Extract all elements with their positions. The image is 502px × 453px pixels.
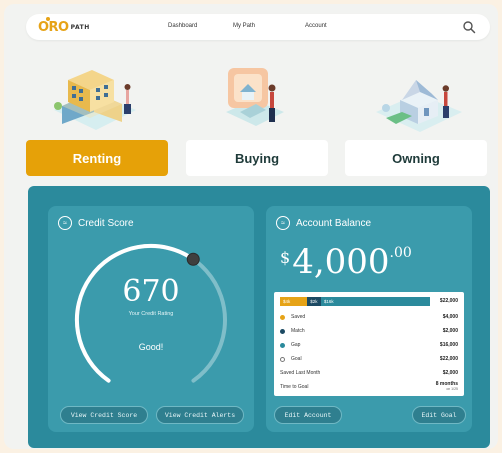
logo-main: ORO: [38, 17, 69, 35]
row-label: Saved: [291, 314, 306, 320]
app-frame: ORO PATH Dashboard My Path Account Renti…: [4, 4, 498, 449]
balance-breakdown-table: $4k $2k $16k $22,000 Saved $4,000 Match …: [274, 292, 464, 396]
edit-account-button[interactable]: Edit Account: [274, 406, 342, 424]
balance-progress-bar: $4k $2k $16k: [280, 297, 430, 306]
breakdown-row-goal: Goal $22,000: [280, 354, 458, 364]
search-icon[interactable]: [462, 20, 476, 34]
category-owning-button[interactable]: Owning: [345, 140, 487, 176]
credit-score-value: 670: [122, 274, 180, 309]
balance-main: 4,000: [292, 242, 390, 282]
view-credit-score-button[interactable]: View Credit Score: [60, 406, 148, 424]
bar-segment-gap: $16k: [320, 297, 430, 306]
row-value: $2,000: [442, 370, 458, 376]
view-credit-alerts-button[interactable]: View Credit Alerts: [156, 406, 244, 424]
nav-link-dashboard[interactable]: Dashboard: [168, 23, 197, 29]
row-value: $22,000: [439, 356, 458, 362]
oro-path-logo[interactable]: ORO PATH: [38, 17, 90, 35]
edit-goal-button[interactable]: Edit Goal: [412, 406, 466, 424]
credit-score-subtitle: Your Credit Rating: [128, 311, 174, 317]
bar-segment-match: $2k: [307, 297, 321, 306]
account-balance-header: ≈ Account Balance: [276, 216, 371, 230]
row-label: Gap: [291, 342, 301, 348]
credit-score-header: ≈ Credit Score: [58, 216, 134, 230]
row-label: Goal: [291, 356, 302, 362]
credit-score-gauge: [74, 243, 227, 383]
credit-chevrons-icon: ≈: [58, 216, 72, 230]
balance-cents: .00: [389, 245, 412, 261]
goal-dot-icon: [280, 356, 285, 362]
row-value: 8 months on 1/25: [436, 382, 458, 392]
category-renting-button[interactable]: Renting: [26, 140, 168, 176]
breakdown-row-gap: Gap $16,000: [280, 340, 458, 350]
balance-chevrons-icon: ≈: [276, 216, 290, 230]
gap-dot-icon: [280, 342, 285, 348]
top-nav: ORO PATH Dashboard My Path Account: [26, 14, 490, 40]
nav-link-my-path[interactable]: My Path: [233, 23, 255, 29]
saved-dot-icon: [280, 314, 285, 320]
credit-score-rating: Good!: [138, 342, 164, 352]
account-balance-title: Account Balance: [296, 217, 372, 229]
row-value: $4,000: [442, 314, 458, 320]
balance-currency: $: [280, 248, 291, 267]
dashboard-panel: ≈ Credit Score 670 Your Credit Rating Go…: [28, 186, 490, 448]
time-to-goal-row: Time to Goal 8 months on 1/25: [280, 382, 458, 392]
owning-home-illustration: [376, 80, 462, 132]
row-value: $16,000: [439, 342, 458, 348]
category-buying-button[interactable]: Buying: [186, 140, 328, 176]
buying-house-illustration: [226, 68, 284, 126]
breakdown-row-saved: Saved $4,000: [280, 312, 458, 322]
balance-amount: $ 4,000 .00: [280, 242, 412, 282]
bar-segment-saved: $4k: [280, 297, 308, 306]
time-to-goal-note: on 1/25: [446, 387, 458, 391]
logo-sub: PATH: [70, 24, 90, 31]
nav-link-account[interactable]: Account: [305, 23, 327, 29]
row-value: $2,000: [442, 328, 458, 334]
match-dot-icon: [280, 328, 285, 334]
row-label: Saved Last Month: [280, 370, 321, 376]
saved-last-month-row: Saved Last Month $2,000: [280, 368, 458, 378]
row-label: Time to Goal: [280, 384, 309, 390]
account-balance-card: ≈ Account Balance $ 4,000 .00 $4k $2k $1…: [266, 206, 472, 432]
bar-total: $22,000: [439, 298, 458, 304]
credit-score-card: ≈ Credit Score 670 Your Credit Rating Go…: [48, 206, 254, 432]
row-label: Match: [291, 328, 305, 334]
credit-score-title: Credit Score: [78, 217, 134, 229]
renting-apartment-illustration: [54, 70, 136, 130]
gauge-knob: [186, 252, 200, 266]
breakdown-row-match: Match $2,000: [280, 326, 458, 336]
